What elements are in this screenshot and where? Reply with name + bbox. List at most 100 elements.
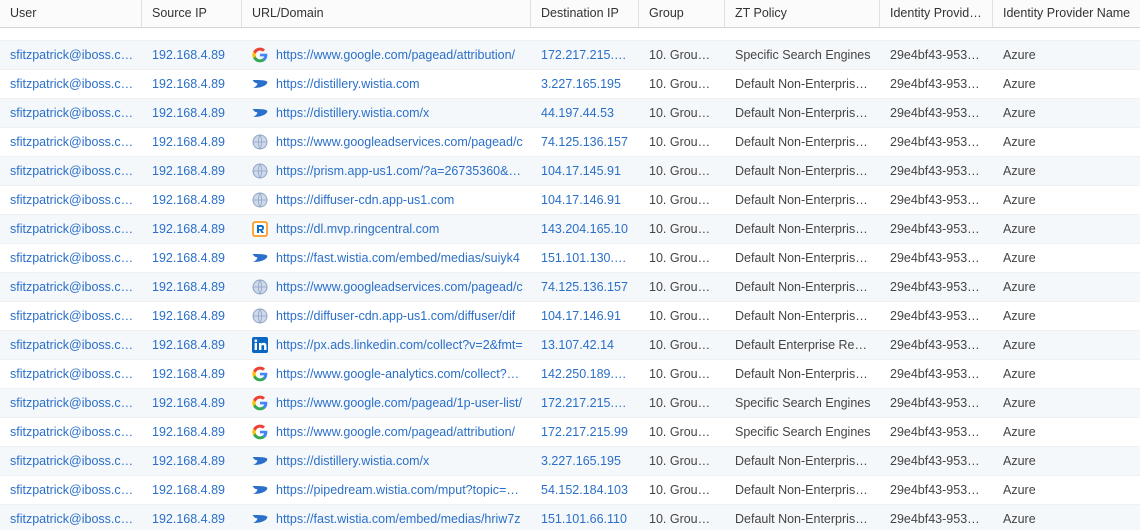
url-link[interactable]: https://www.googleadservices.com/pagead/… xyxy=(276,135,523,149)
source-ip-link[interactable]: 192.168.4.89 xyxy=(142,193,242,207)
table-row[interactable]: sfitzpatrick@iboss.com192.168.4.89 https:… xyxy=(0,244,1140,273)
destination-ip-link[interactable]: 3.227.165.195 xyxy=(531,77,639,91)
url-link[interactable]: https://fast.wistia.com/embed/medias/hri… xyxy=(276,512,521,526)
user-link[interactable]: sfitzpatrick@iboss.com xyxy=(0,309,142,323)
zt-policy-value: Specific Search Engines xyxy=(725,48,880,62)
source-ip-link[interactable]: 192.168.4.89 xyxy=(142,454,242,468)
table-row[interactable]: sfitzpatrick@iboss.com192.168.4.89 https:… xyxy=(0,41,1140,70)
table-row[interactable] xyxy=(0,28,1140,41)
table-row[interactable]: sfitzpatrick@iboss.com192.168.4.89 https:… xyxy=(0,505,1140,530)
source-ip-link[interactable]: 192.168.4.89 xyxy=(142,338,242,352)
destination-ip-link[interactable]: 54.152.184.103 xyxy=(531,483,639,497)
source-ip-link[interactable]: 192.168.4.89 xyxy=(142,367,242,381)
user-link[interactable]: sfitzpatrick@iboss.com xyxy=(0,280,142,294)
source-ip-link[interactable]: 192.168.4.89 xyxy=(142,483,242,497)
url-link[interactable]: https://www.google-analytics.com/collect… xyxy=(276,367,523,381)
user-link[interactable]: sfitzpatrick@iboss.com xyxy=(0,164,142,178)
table-row[interactable]: sfitzpatrick@iboss.com192.168.4.89 https:… xyxy=(0,70,1140,99)
source-ip-link[interactable]: 192.168.4.89 xyxy=(142,251,242,265)
source-ip-link[interactable]: 192.168.4.89 xyxy=(142,396,242,410)
destination-ip-link[interactable]: 142.250.189.110 xyxy=(531,367,639,381)
user-link[interactable]: sfitzpatrick@iboss.com xyxy=(0,338,142,352)
table-row[interactable]: sfitzpatrick@iboss.com192.168.4.89 https:… xyxy=(0,418,1140,447)
user-link[interactable]: sfitzpatrick@iboss.com xyxy=(0,454,142,468)
source-ip-link[interactable]: 192.168.4.89 xyxy=(142,280,242,294)
source-ip-link[interactable]: 192.168.4.89 xyxy=(142,425,242,439)
url-link[interactable]: https://px.ads.linkedin.com/collect?v=2&… xyxy=(276,338,523,352)
wistia-icon xyxy=(252,250,268,266)
url-link[interactable]: https://distillery.wistia.com/x xyxy=(276,454,429,468)
table-row[interactable]: sfitzpatrick@iboss.com192.168.4.89 https:… xyxy=(0,302,1140,331)
user-link[interactable]: sfitzpatrick@iboss.com xyxy=(0,512,142,526)
source-ip-link[interactable]: 192.168.4.89 xyxy=(142,309,242,323)
url-link[interactable]: https://prism.app-us1.com/?a=26735360&u=… xyxy=(276,164,523,178)
url-link[interactable]: https://distillery.wistia.com xyxy=(276,77,420,91)
table-row[interactable]: sfitzpatrick@iboss.com192.168.4.89 https:… xyxy=(0,447,1140,476)
user-link[interactable]: sfitzpatrick@iboss.com xyxy=(0,193,142,207)
table-row[interactable]: sfitzpatrick@iboss.com192.168.4.89 https:… xyxy=(0,128,1140,157)
user-link[interactable]: sfitzpatrick@iboss.com xyxy=(0,77,142,91)
destination-ip-link[interactable]: 104.17.146.91 xyxy=(531,309,639,323)
col-header-user[interactable]: User xyxy=(0,0,142,27)
table-row[interactable]: sfitzpatrick@iboss.com192.168.4.89 https:… xyxy=(0,157,1140,186)
source-ip-link[interactable]: 192.168.4.89 xyxy=(142,164,242,178)
destination-ip-link[interactable]: 74.125.136.157 xyxy=(531,135,639,149)
url-link[interactable]: https://www.google.com/pagead/attributio… xyxy=(276,425,515,439)
url-link[interactable]: https://fast.wistia.com/embed/medias/sui… xyxy=(276,251,520,265)
source-ip-link[interactable]: 192.168.4.89 xyxy=(142,135,242,149)
destination-ip-link[interactable]: 143.204.165.10 xyxy=(531,222,639,236)
user-link[interactable]: sfitzpatrick@iboss.com xyxy=(0,48,142,62)
group-value: 10. Group10 xyxy=(639,425,725,439)
table-row[interactable]: sfitzpatrick@iboss.com192.168.4.89 https:… xyxy=(0,360,1140,389)
user-link[interactable]: sfitzpatrick@iboss.com xyxy=(0,251,142,265)
destination-ip-link[interactable]: 74.125.136.157 xyxy=(531,280,639,294)
destination-ip-link[interactable]: 13.107.42.14 xyxy=(531,338,639,352)
source-ip-link[interactable]: 192.168.4.89 xyxy=(142,222,242,236)
user-link[interactable]: sfitzpatrick@iboss.com xyxy=(0,135,142,149)
destination-ip-link[interactable]: 151.101.130.110 xyxy=(531,251,639,265)
destination-ip-link[interactable]: 172.217.215.99 xyxy=(531,425,639,439)
destination-ip-link[interactable]: 151.101.66.110 xyxy=(531,512,639,526)
url-link[interactable]: https://dl.mvp.ringcentral.com xyxy=(276,222,439,236)
user-link[interactable]: sfitzpatrick@iboss.com xyxy=(0,425,142,439)
user-link[interactable]: sfitzpatrick@iboss.com xyxy=(0,367,142,381)
source-ip-link[interactable]: 192.168.4.89 xyxy=(142,512,242,526)
table-row[interactable]: sfitzpatrick@iboss.com192.168.4.89 https:… xyxy=(0,476,1140,505)
destination-ip-link[interactable]: 44.197.44.53 xyxy=(531,106,639,120)
col-header-destination-ip[interactable]: Destination IP xyxy=(531,0,639,27)
user-link[interactable]: sfitzpatrick@iboss.com xyxy=(0,396,142,410)
url-link[interactable]: https://www.google.com/pagead/attributio… xyxy=(276,48,515,62)
table-row[interactable]: sfitzpatrick@iboss.com192.168.4.89 https:… xyxy=(0,273,1140,302)
url-link[interactable]: https://pipedream.wistia.com/mput?topic=… xyxy=(276,483,523,497)
col-header-zt-policy[interactable]: ZT Policy xyxy=(725,0,880,27)
user-link[interactable]: sfitzpatrick@iboss.com xyxy=(0,483,142,497)
source-ip-link[interactable]: 192.168.4.89 xyxy=(142,77,242,91)
zt-policy-value: Default Non-Enterprise R... xyxy=(725,483,880,497)
globe-icon xyxy=(252,192,268,208)
table-row[interactable]: sfitzpatrick@iboss.com192.168.4.89 https:… xyxy=(0,186,1140,215)
url-link[interactable]: https://distillery.wistia.com/x xyxy=(276,106,429,120)
source-ip-link[interactable]: 192.168.4.89 xyxy=(142,48,242,62)
source-ip-link[interactable]: 192.168.4.89 xyxy=(142,106,242,120)
col-header-idp-name[interactable]: Identity Provider Name xyxy=(993,0,1140,27)
destination-ip-link[interactable]: 104.17.145.91 xyxy=(531,164,639,178)
globe-icon xyxy=(252,279,268,295)
user-link[interactable]: sfitzpatrick@iboss.com xyxy=(0,106,142,120)
destination-ip-link[interactable]: 172.217.215.105 xyxy=(531,48,639,62)
destination-ip-link[interactable]: 104.17.146.91 xyxy=(531,193,639,207)
url-link[interactable]: https://diffuser-cdn.app-us1.com/diffuse… xyxy=(276,309,515,323)
user-link[interactable]: sfitzpatrick@iboss.com xyxy=(0,222,142,236)
col-header-url[interactable]: URL/Domain xyxy=(242,0,531,27)
col-header-group[interactable]: Group xyxy=(639,0,725,27)
destination-ip-link[interactable]: 172.217.215.106 xyxy=(531,396,639,410)
table-row[interactable]: sfitzpatrick@iboss.com192.168.4.89 https:… xyxy=(0,215,1140,244)
destination-ip-link[interactable]: 3.227.165.195 xyxy=(531,454,639,468)
url-link[interactable]: https://diffuser-cdn.app-us1.com xyxy=(276,193,454,207)
url-link[interactable]: https://www.google.com/pagead/1p-user-li… xyxy=(276,396,522,410)
url-link[interactable]: https://www.googleadservices.com/pagead/… xyxy=(276,280,523,294)
col-header-source-ip[interactable]: Source IP xyxy=(142,0,242,27)
table-row[interactable]: sfitzpatrick@iboss.com192.168.4.89 https:… xyxy=(0,389,1140,418)
table-row[interactable]: sfitzpatrick@iboss.com192.168.4.89 https:… xyxy=(0,99,1140,128)
col-header-idp-id[interactable]: Identity Provider ... xyxy=(880,0,993,27)
table-row[interactable]: sfitzpatrick@iboss.com192.168.4.89 https:… xyxy=(0,331,1140,360)
